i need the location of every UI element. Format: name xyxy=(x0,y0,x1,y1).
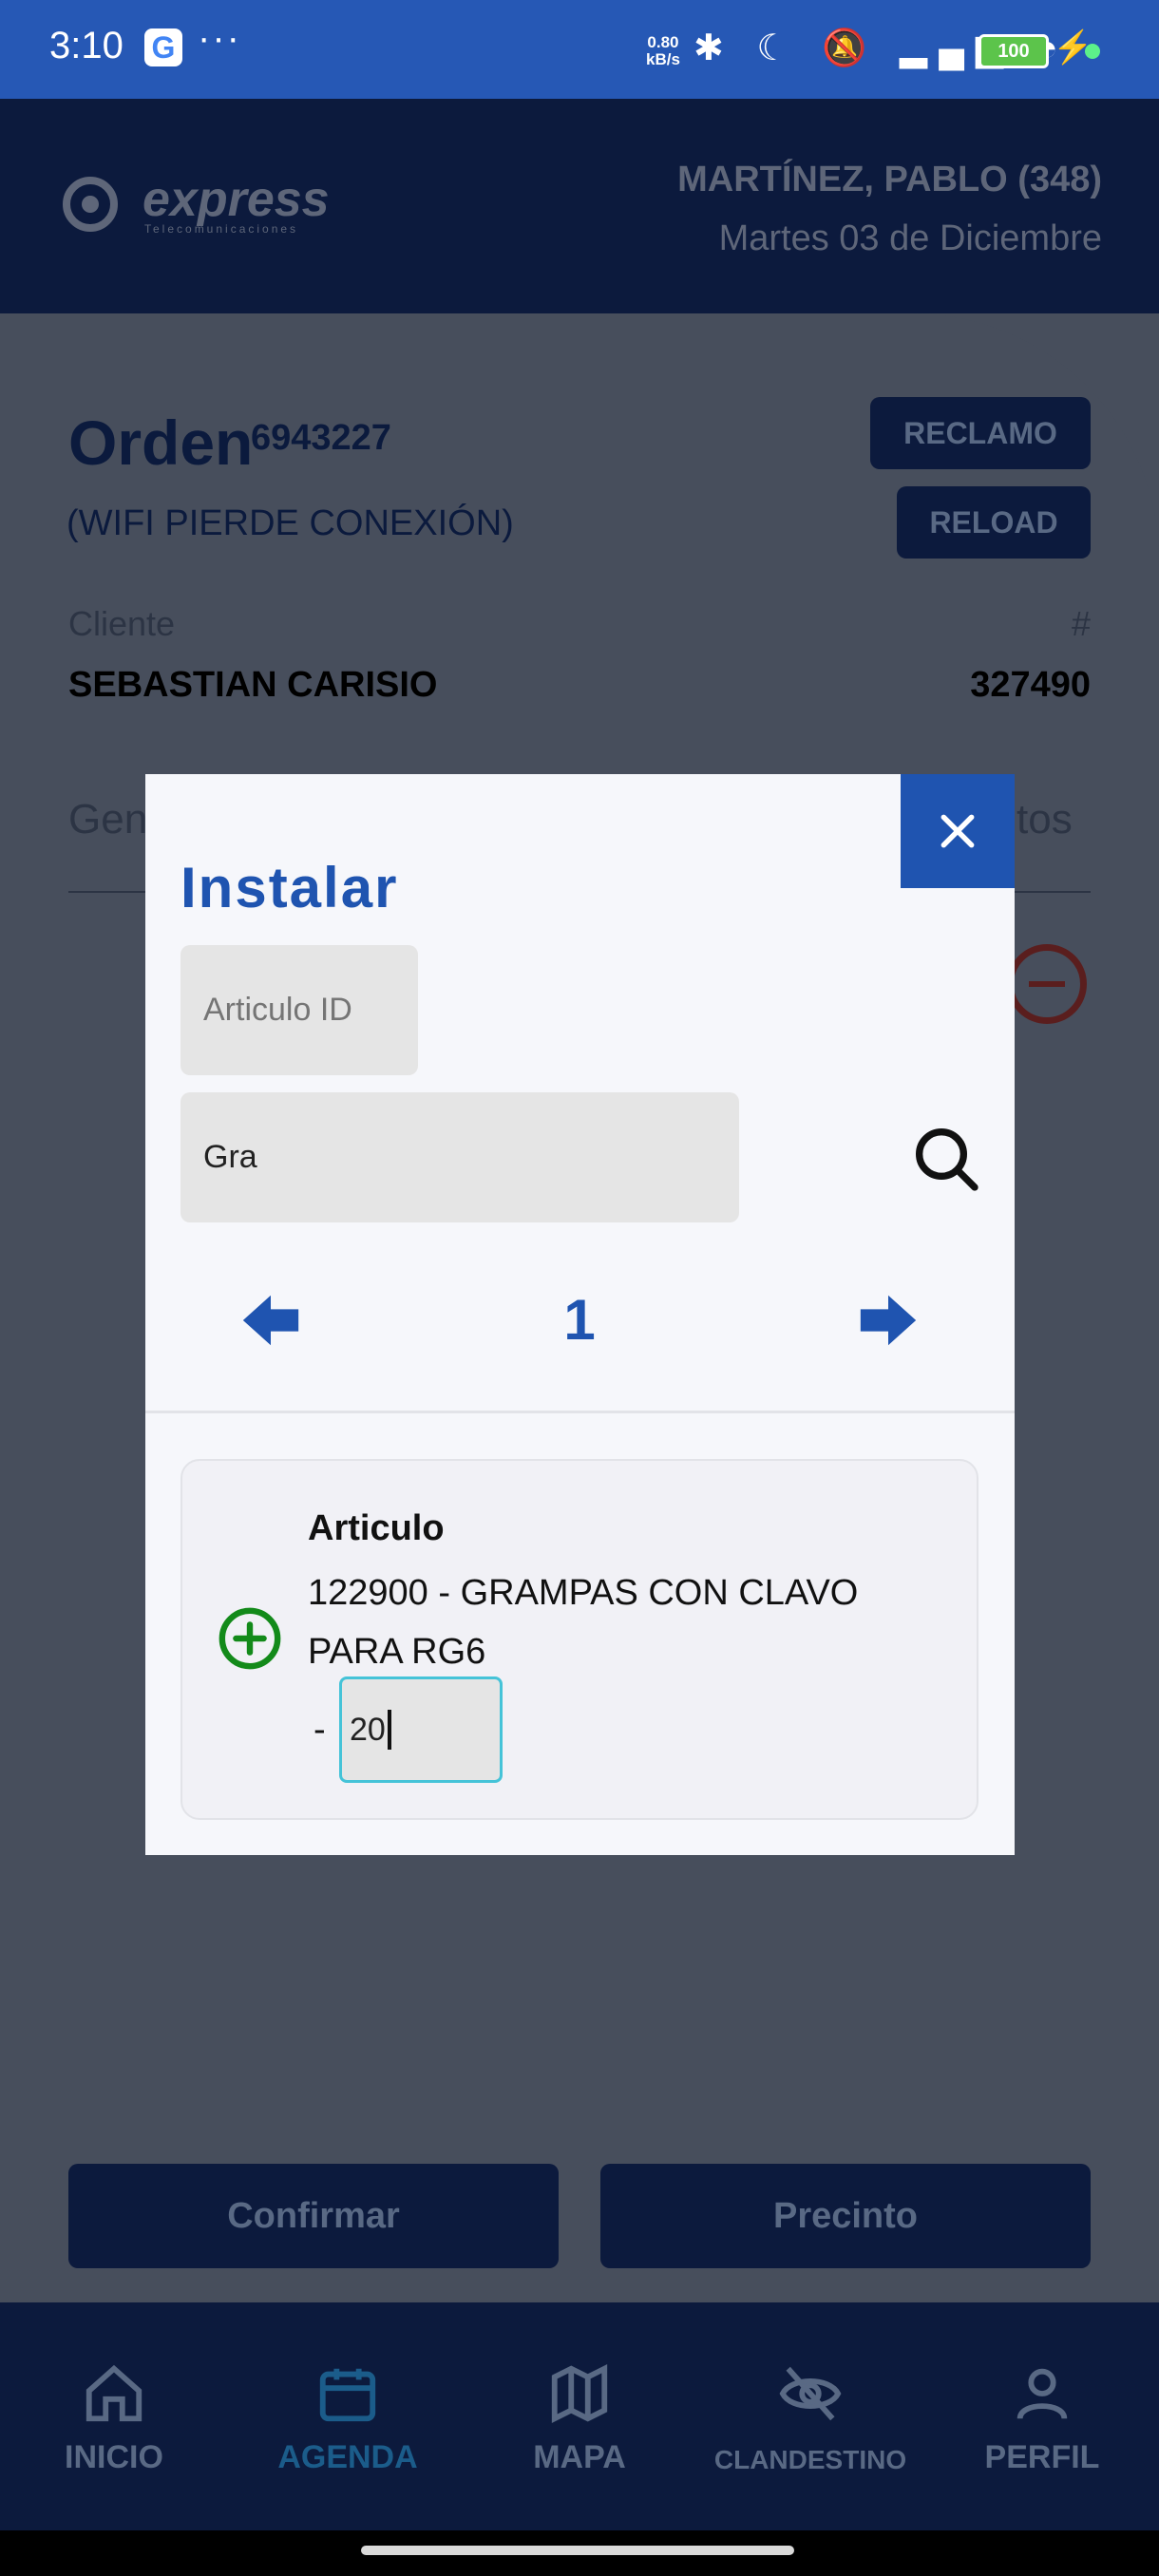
search-input[interactable] xyxy=(180,1092,739,1222)
status-bar: 3:10 G ··· 0.80 kB/s ✱ ☾ 🔕 ▂▄▆ ◔ 100 ⚡ xyxy=(0,0,1159,99)
logo-subtext: Telecomunicaciones xyxy=(144,222,299,236)
cliente-name: SEBASTIAN CARISIO xyxy=(68,665,438,705)
current-date: Martes 03 de Diciembre xyxy=(718,218,1102,258)
nav-label: AGENDA xyxy=(277,2439,418,2475)
search-icon[interactable] xyxy=(908,1121,984,1197)
add-circle-icon[interactable] xyxy=(217,1605,283,1672)
logo-text: express xyxy=(142,172,330,227)
status-time: 3:10 xyxy=(49,25,124,66)
order-description: (WIFI PIERDE CONEXIÓN) xyxy=(66,503,514,543)
order-title: Orden xyxy=(68,407,254,478)
nav-item-agenda[interactable]: AGENDA xyxy=(243,2356,452,2476)
nav-label: PERFIL xyxy=(984,2439,1100,2475)
eye-off-icon xyxy=(706,2356,915,2432)
nav-label: CLANDESTINO xyxy=(713,2445,907,2474)
modal-divider xyxy=(145,1411,1015,1413)
close-icon xyxy=(940,814,975,848)
tab-partial-right[interactable]: tos xyxy=(1016,796,1073,843)
client-number-label: # xyxy=(1071,604,1091,643)
cliente-label: Cliente xyxy=(68,604,176,643)
remove-icon[interactable] xyxy=(1007,944,1087,1024)
tab-partial-left[interactable]: Gen xyxy=(68,796,147,843)
precinto-button[interactable]: Precinto xyxy=(600,2164,1091,2268)
map-icon xyxy=(475,2356,684,2432)
nav-item-perfil[interactable]: PERFIL xyxy=(938,2356,1147,2476)
express-logo-icon xyxy=(63,177,118,232)
nav-label: MAPA xyxy=(533,2439,626,2475)
text-caret xyxy=(388,1710,391,1750)
confirmar-button[interactable]: Confirmar xyxy=(68,2164,559,2268)
nav-item-inicio[interactable]: INICIO xyxy=(10,2356,218,2476)
close-button[interactable] xyxy=(901,774,1015,888)
nav-item-clandestino[interactable]: CLANDESTINO xyxy=(706,2356,915,2475)
user-name: MARTÍNEZ, PABLO (348) xyxy=(677,160,1102,199)
more-notifications-icon: ··· xyxy=(198,17,241,59)
articulo-id-input[interactable] xyxy=(180,945,418,1075)
reclamo-button[interactable]: RECLAMO xyxy=(870,397,1091,469)
arrow-right-icon[interactable] xyxy=(855,1287,922,1354)
quantity-input[interactable] xyxy=(339,1676,503,1783)
home-icon xyxy=(10,2356,218,2432)
reload-button[interactable]: RELOAD xyxy=(897,486,1091,559)
network-speed-unit: kB/s xyxy=(646,50,680,68)
articulo-label: Articulo xyxy=(308,1508,445,1548)
nav-item-mapa[interactable]: MAPA xyxy=(475,2356,684,2476)
network-speed-value: 0.80 xyxy=(647,33,679,51)
modal-title: Instalar xyxy=(180,856,399,919)
google-icon: G xyxy=(144,28,182,66)
articulo-description: 122900 - GRAMPAS CON CLAVO PARA RG6 xyxy=(308,1573,859,1672)
network-speed: 0.80 kB/s xyxy=(646,34,680,68)
arrow-left-icon[interactable] xyxy=(238,1287,304,1354)
battery-icon: 100 xyxy=(978,34,1049,68)
qty-prefix: - xyxy=(314,1710,326,1750)
privacy-dot-icon xyxy=(1085,44,1100,59)
order-number: 6943227 xyxy=(251,418,391,458)
nav-label: INICIO xyxy=(65,2439,163,2475)
client-number: 327490 xyxy=(970,665,1091,705)
user-icon xyxy=(938,2356,1147,2432)
page-number: 1 xyxy=(563,1288,596,1352)
calendar-icon xyxy=(243,2356,452,2432)
home-gesture-bar[interactable] xyxy=(361,2546,794,2555)
